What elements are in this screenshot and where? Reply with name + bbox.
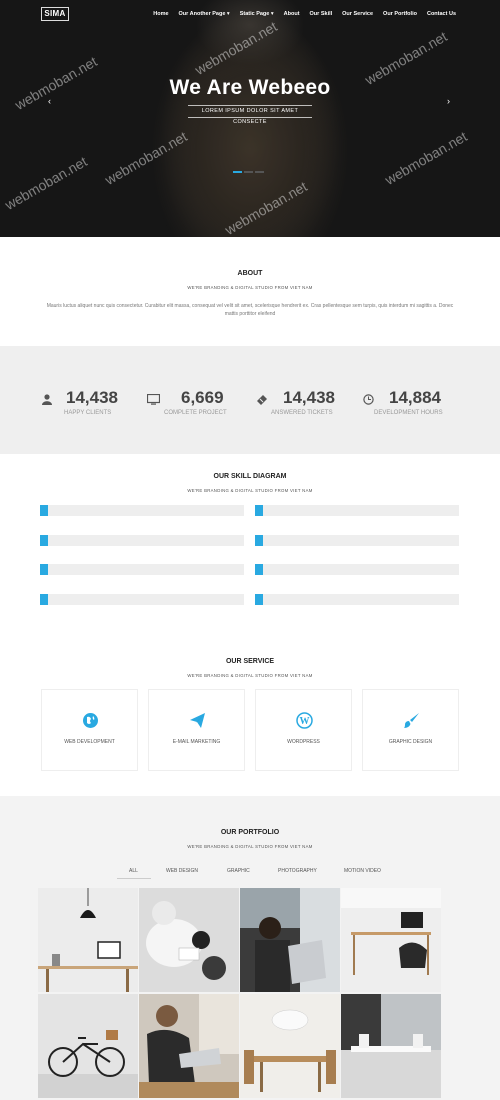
- portfolio-grid: [38, 888, 444, 1100]
- skill-bar-fill: [255, 594, 263, 605]
- active-filter-underline: [117, 878, 151, 879]
- skill-bar-fill: [40, 535, 48, 546]
- skill-bar: [255, 594, 459, 605]
- skill-bar: [40, 594, 244, 605]
- service-title: OUR SERVICE: [225, 658, 275, 665]
- user-icon: [40, 394, 54, 406]
- skill-bar: [40, 564, 244, 575]
- about-title: ABOUT: [237, 270, 263, 277]
- next-slide-icon[interactable]: ›: [447, 96, 450, 106]
- counter-value: 14,438: [283, 388, 335, 407]
- skill-title: OUR SKILL DIAGRAM: [213, 473, 287, 480]
- service-card-wordpress[interactable]: W WORDPRESS: [255, 689, 352, 771]
- portfolio-item-workspace[interactable]: [341, 888, 441, 992]
- service-label: GRAPHIC DESIGN: [388, 739, 433, 745]
- about-subtitle: WE'RE BRANDING & DIGITAL STUDIO FROM VIE…: [187, 285, 313, 290]
- filter-all[interactable]: ALL: [129, 868, 138, 874]
- portfolio-item-man-sofa[interactable]: [139, 994, 239, 1098]
- watermark: webmoban.net: [382, 128, 470, 188]
- skill-bar: [255, 564, 459, 575]
- slide-dot[interactable]: [255, 171, 264, 173]
- skill-bar-fill: [255, 505, 263, 516]
- paint-brush-icon: [403, 712, 420, 729]
- counter-label: ANSWERED TICKETS: [271, 410, 333, 416]
- service-card-graphic-design[interactable]: GRAPHIC DESIGN: [362, 689, 459, 771]
- skill-bar-fill: [255, 564, 263, 575]
- skill-bar: [255, 535, 459, 546]
- counter-value: 14,438: [66, 388, 118, 407]
- counter-label: HAPPY CLIENTS: [64, 410, 112, 416]
- counter-section: 14,438 HAPPY CLIENTS 6,669 COMPLETE PROJ…: [0, 346, 500, 454]
- menu-item-service[interactable]: Our Service: [342, 11, 373, 17]
- portfolio-filters: ALL WEB DESIGN GRAPHIC PHOTOGRAPHY MOTIO…: [0, 868, 500, 879]
- counter-value: 6,669: [181, 388, 224, 407]
- menu-item-static-page[interactable]: Static Page ▾: [240, 11, 274, 17]
- service-label: E-MAIL MARKETING: [172, 739, 221, 745]
- slide-pagination: [233, 171, 264, 173]
- service-card-email-marketing[interactable]: E-MAIL MARKETING: [148, 689, 245, 771]
- hero-subtitle: LOREM IPSUM DOLOR SIT AMET CONSECTE: [188, 105, 312, 125]
- wordpress-icon: W: [296, 712, 313, 729]
- portfolio-item-desk-lamp[interactable]: [38, 888, 138, 992]
- main-menu: Home Our Another Page ▾ Static Page ▾ Ab…: [153, 11, 456, 17]
- portfolio-item-dining-room[interactable]: [240, 994, 340, 1098]
- menu-item-skill[interactable]: Our Skill: [310, 11, 333, 17]
- counter-label: DEVELOPMENT HOURS: [374, 410, 443, 416]
- service-label: WORDPRESS: [287, 739, 320, 745]
- hero-slider: SIMA Home Our Another Page ▾ Static Page…: [0, 0, 500, 237]
- globe-icon: [82, 712, 99, 729]
- skill-bar-fill: [40, 564, 48, 575]
- counter-answered-tickets: 14,438 ANSWERED TICKETS: [255, 388, 365, 428]
- slide-dot-active[interactable]: [233, 171, 242, 173]
- counter-happy-clients: 14,438 HAPPY CLIENTS: [40, 388, 150, 428]
- clock-icon: [361, 394, 375, 406]
- counter-label: COMPLETE PROJECT: [164, 410, 227, 416]
- filter-web-design[interactable]: WEB DESIGN: [166, 868, 198, 874]
- slide-dot[interactable]: [244, 171, 253, 173]
- menu-item-another-page[interactable]: Our Another Page ▾: [179, 11, 230, 17]
- filter-graphic[interactable]: GRAPHIC: [227, 868, 250, 874]
- skill-bar-fill: [40, 594, 48, 605]
- top-navigation: SIMA Home Our Another Page ▾ Static Page…: [0, 0, 500, 30]
- prev-slide-icon[interactable]: ‹: [48, 96, 51, 106]
- filter-photography[interactable]: PHOTOGRAPHY: [278, 868, 317, 874]
- skill-subtitle: WE'RE BRANDING & DIGITAL STUDIO FROM VIE…: [187, 488, 313, 493]
- portfolio-title: OUR PORTFOLIO: [220, 829, 280, 836]
- ticket-icon: [255, 394, 269, 406]
- counter-value: 14,884: [389, 388, 441, 407]
- menu-item-about[interactable]: About: [284, 11, 300, 17]
- skill-bar: [255, 505, 459, 516]
- hero-title: We Are Webeeo: [169, 76, 331, 99]
- menu-item-home[interactable]: Home: [153, 11, 168, 17]
- portfolio-item-bicycle[interactable]: [38, 994, 138, 1098]
- monitor-icon: [146, 393, 160, 406]
- service-subtitle: WE'RE BRANDING & DIGITAL STUDIO FROM VIE…: [187, 673, 313, 678]
- service-card-web-development[interactable]: WEB DEVELOPMENT: [41, 689, 138, 771]
- skill-bar: [40, 505, 244, 516]
- portfolio-item-laptop-man[interactable]: [240, 888, 340, 992]
- menu-item-contact[interactable]: Contact Us: [427, 11, 456, 17]
- skill-bar-fill: [40, 505, 48, 516]
- portfolio-section: OUR PORTFOLIO WE'RE BRANDING & DIGITAL S…: [0, 796, 500, 1100]
- counter-complete-project: 6,669 COMPLETE PROJECT: [146, 388, 256, 428]
- about-text: Mauris luctus aliquet nunc quis consecte…: [46, 303, 454, 317]
- portfolio-item-office-table[interactable]: [341, 994, 441, 1098]
- counter-development-hours: 14,884 DEVELOPMENT HOURS: [361, 388, 471, 428]
- svg-text:W: W: [300, 716, 310, 727]
- filter-motion-video[interactable]: MOTION VIDEO: [344, 868, 381, 874]
- menu-item-portfolio[interactable]: Our Portfolio: [383, 11, 417, 17]
- service-label: WEB DEVELOPMENT: [64, 739, 115, 745]
- logo[interactable]: SIMA: [41, 7, 69, 21]
- watermark: webmoban.net: [2, 153, 90, 213]
- portfolio-item-meeting[interactable]: [139, 888, 239, 992]
- skill-bar-fill: [255, 535, 263, 546]
- portfolio-subtitle: WE'RE BRANDING & DIGITAL STUDIO FROM VIE…: [187, 844, 313, 849]
- skill-bar: [40, 535, 244, 546]
- paper-plane-icon: [189, 712, 206, 729]
